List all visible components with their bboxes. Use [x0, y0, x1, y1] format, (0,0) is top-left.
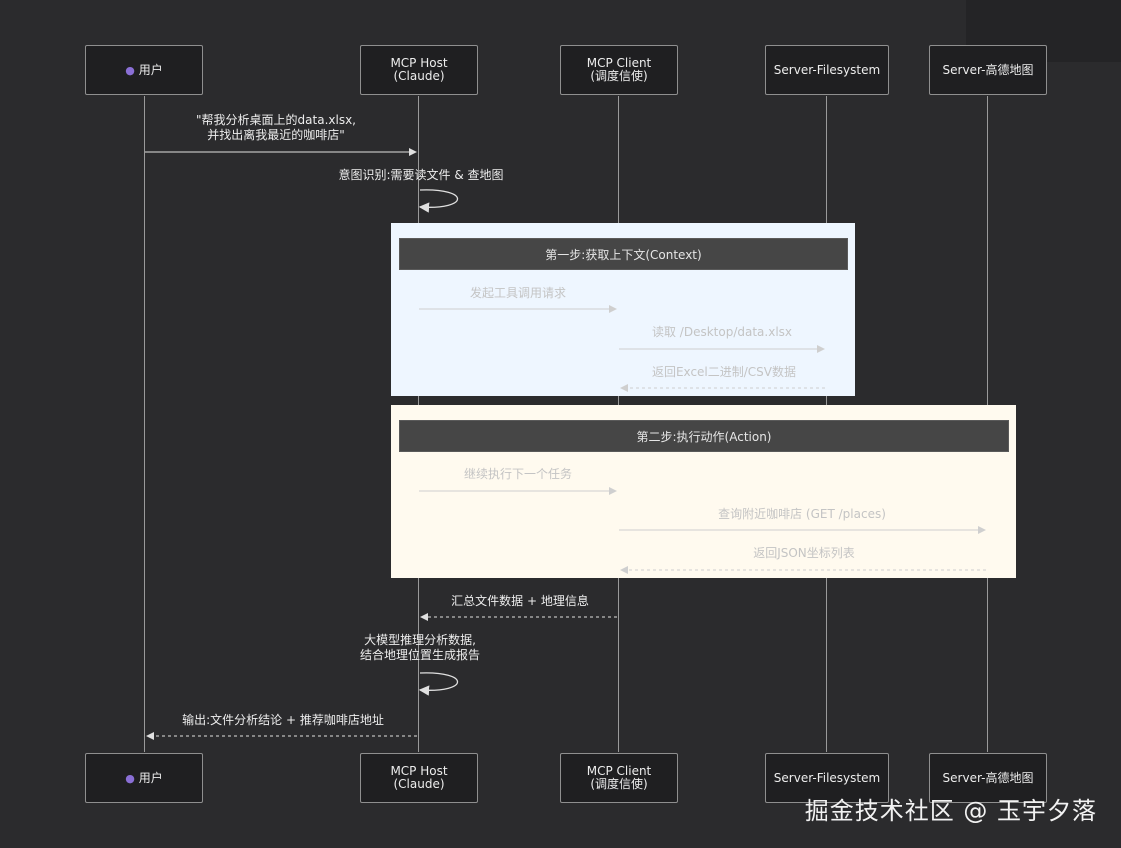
actor-filesystem-label: Server-Filesystem	[773, 770, 881, 785]
message-arrows	[145, 148, 986, 740]
msg-reasoning: 大模型推理分析数据, 结合地理位置生成报告	[360, 633, 480, 663]
arrow-self-intent	[418, 189, 459, 213]
actor-client-line2: (调度信使)	[590, 777, 648, 791]
msg-output: 输出:文件分析结论 + 推荐咖啡店地址	[182, 713, 384, 727]
user-icon: ●	[125, 771, 135, 785]
msg-tool-call: 发起工具调用请求	[469, 286, 567, 300]
actor-amap-label: Server-高德地图	[942, 62, 1034, 77]
actor-client-bottom: MCP Client (调度信使)	[560, 753, 678, 803]
actor-host-line2: (Claude)	[393, 69, 445, 83]
msg-user-request: "帮我分析桌面上的data.xlsx, 并找出离我最近的咖啡店"	[196, 113, 356, 143]
watermark: 掘金技术社区 @ 玉宇夕落	[804, 797, 1097, 825]
msg-summary: 汇总文件数据 + 地理信息	[451, 594, 589, 608]
msg-query-cafe: 查询附近咖啡店 (GET /places)	[718, 507, 886, 521]
msg-read-file: 读取 /Desktop/data.xlsx	[651, 325, 793, 339]
actor-user-bottom: ● 用户	[85, 753, 203, 803]
arrow-self-reason	[418, 672, 459, 696]
actor-host-bottom: MCP Host (Claude)	[360, 753, 478, 803]
msg-return-data: 返回Excel二进制/CSV数据	[651, 365, 797, 379]
msg-reasoning-line1: 大模型推理分析数据,	[364, 633, 476, 647]
actor-amap-label: Server-高德地图	[942, 770, 1034, 785]
actor-host-line2: (Claude)	[393, 777, 445, 791]
actor-user-top: ● 用户	[85, 45, 203, 95]
actor-amap-top: Server-高德地图	[929, 45, 1047, 95]
actor-filesystem-top: Server-Filesystem	[765, 45, 889, 95]
actor-user-label: 用户	[138, 62, 163, 77]
actor-filesystem-label: Server-Filesystem	[773, 62, 881, 77]
user-icon: ●	[125, 63, 135, 77]
msg-user-request-line1: "帮我分析桌面上的data.xlsx,	[196, 113, 356, 127]
actor-client-top: MCP Client (调度信使)	[560, 45, 678, 95]
actor-user-label: 用户	[138, 770, 163, 785]
actor-client-line2: (调度信使)	[590, 69, 648, 83]
msg-reasoning-line2: 结合地理位置生成报告	[359, 648, 481, 662]
actor-host-top: MCP Host (Claude)	[360, 45, 478, 95]
msg-intent: 意图识别:需要读文件 & 查地图	[338, 168, 504, 182]
msg-return-json: 返回JSON坐标列表	[753, 546, 855, 560]
msg-user-request-line2: 并找出离我最近的咖啡店"	[207, 128, 345, 142]
msg-next-task: 继续执行下一个任务	[463, 467, 573, 481]
sequence-diagram: 第一步:获取上下文(Context) 第二步:执行动作(Action) "帮我分…	[0, 0, 1121, 848]
